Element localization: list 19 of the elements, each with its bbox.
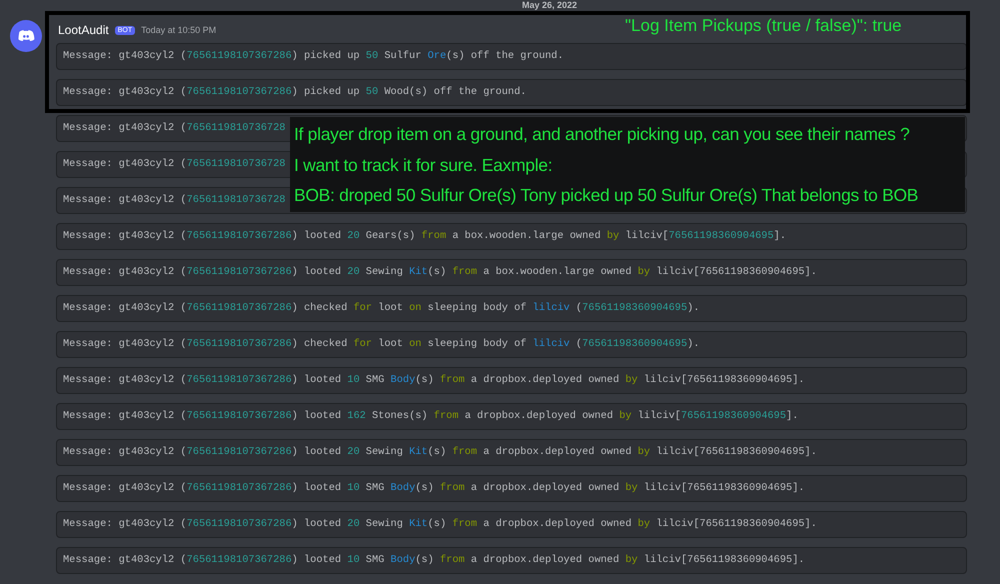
annotation-text: "Log Item Pickups (true / false)": true (625, 16, 902, 36)
code-block: Message: gt403cyl2 (76561198107367286) looted 20 Sewing Kit(s) from a dropbox.deployed owned by lilciv[76561198360904695]. (56, 439, 967, 466)
bot-avatar-icon[interactable] (10, 20, 42, 52)
code-block: Message: gt403cyl2 (76561198107367286) checked for loot on sleeping body of lilciv (76561198360904695). (56, 331, 967, 358)
message-timestamp: Today at 10:50 PM (141, 25, 216, 35)
code-block: Message: gt403cyl2 (76561198107367286) picked up 50 Wood(s) off the ground. (56, 79, 967, 106)
note-line: BOB: droped 50 Sulfur Ore(s) Tony picked up 50 Sulfur Ore(s) That belongs to BOB (294, 184, 920, 207)
code-block: Message: gt403cyl2 (76561198107367286) looted 20 Sewing Kit(s) from a dropbox.deployed owned by lilciv[76561198360904695]. (56, 511, 967, 538)
code-block: Message: gt403cyl2 (76561198107367286) looted 20 Gears(s) from a box.wooden.large owned by lilciv[76561198360904695]. (56, 223, 967, 250)
code-block: Message: gt403cyl2 (76561198107367286) picked up 50 Sulfur Ore(s) off the ground. (56, 43, 967, 70)
code-block: Message: gt403cyl2 (76561198107367286) looted 10 SMG Body(s) from a dropbox.deployed owned by lilciv[76561198360904695]. (56, 547, 967, 574)
note-line: I want to track it for sure. Eaxmple: (294, 154, 554, 177)
code-block: Message: gt403cyl2 (76561198107367286) checked for loot on sleeping body of lilciv (76561198360904695). (56, 295, 967, 322)
author-name[interactable]: LootAudit (58, 23, 109, 37)
code-block: Message: gt403cyl2 (76561198107367286) looted 10 SMG Body(s) from a dropbox.deployed owned by lilciv[76561198360904695]. (56, 367, 967, 394)
code-block: Message: gt403cyl2 (76561198107367286) looted 20 Sewing Kit(s) from a box.wooden.large owned by lilciv[76561198360904695]. (56, 259, 967, 286)
code-block: Message: gt403cyl2 (76561198107367286) looted 162 Stones(s) from a dropbox.deployed owned by lilciv[76561198360904695]. (56, 403, 967, 430)
code-block: Message: gt403cyl2 (76561198107367286) looted 10 SMG Body(s) from a dropbox.deployed owned by lilciv[76561198360904695]. (56, 475, 967, 502)
date-divider: May 26, 2022 (522, 0, 578, 11)
